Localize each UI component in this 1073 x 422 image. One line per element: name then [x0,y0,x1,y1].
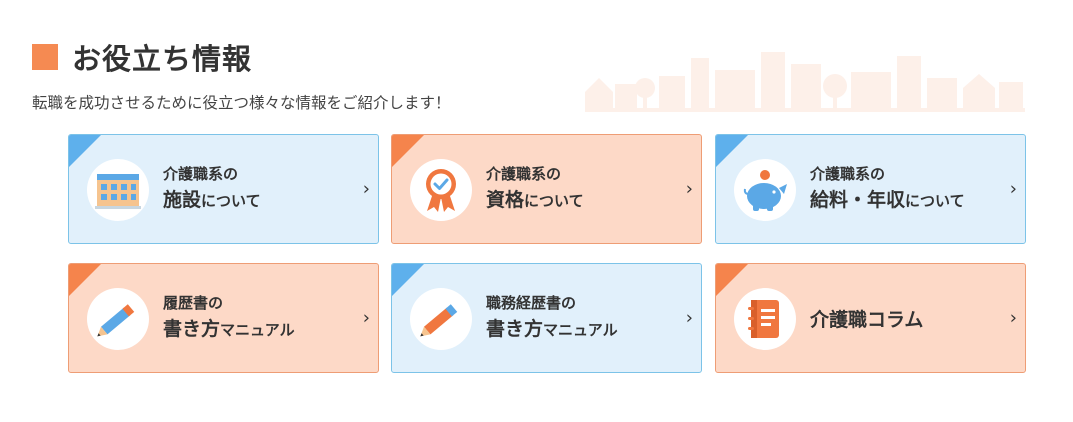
card-label-line2: 給料・年収について [810,185,965,216]
card-label-main: 書き方 [163,317,221,340]
card-label-line2: 資格について [486,185,584,216]
chevron-right-icon: › [1009,307,1017,329]
card-label-main: 資格 [486,188,525,211]
card-label: 介護職系の 施設について [163,135,261,243]
corner-triangle [392,264,424,296]
piggy-bank-icon [734,159,796,221]
building-icon [87,159,149,221]
award-badge-icon [410,159,472,221]
notebook-icon [734,288,796,350]
corner-triangle [69,264,101,296]
chevron-right-icon: › [685,178,693,200]
corner-triangle [392,135,424,167]
card-label-main: 給料・年収 [810,188,906,211]
card-career-history-manual[interactable]: 職務経歴書の 書き方マニュアル › [391,263,702,373]
card-facility-info[interactable]: 介護職系の 施設について › [68,134,379,244]
card-label-line2: 施設について [163,185,261,216]
card-label: 履歴書の 書き方マニュアル [163,264,295,372]
corner-triangle [69,135,101,167]
card-label-main: 施設 [163,188,202,211]
card-label-line2: 書き方マニュアル [163,314,295,345]
chevron-right-icon: › [362,178,370,200]
chevron-right-icon: › [685,307,693,329]
card-resume-manual[interactable]: 履歴書の 書き方マニュアル › [68,263,379,373]
corner-triangle [716,264,748,296]
card-label: 介護職コラム [810,264,923,372]
card-salary-info[interactable]: 介護職系の 給料・年収について › [715,134,1026,244]
card-label-main: 書き方 [486,317,544,340]
corner-triangle [716,135,748,167]
card-label-suffix: について [905,191,965,210]
card-label-suffix: マニュアル [543,320,618,339]
section-subtitle: 転職を成功させるために役立つ様々な情報をご紹介します！ [32,94,451,112]
card-label-line2: 書き方マニュアル [486,314,618,345]
card-label: 介護職系の 資格について [486,135,584,243]
card-label-line1: 履歴書の [163,293,224,312]
card-label-line1: 介護職系の [810,164,886,183]
section-title: お役立ち情報 [72,42,253,76]
card-label-suffix: について [524,191,584,210]
card-label-line1: 介護職系の [163,164,239,183]
card-label: 介護職系の 給料・年収について [810,135,965,243]
card-label-suffix: について [201,191,261,210]
card-label-single: 介護職コラム [810,308,924,331]
chevron-right-icon: › [1009,178,1017,200]
chevron-right-icon: › [362,307,370,329]
pencil-icon [410,288,472,350]
pencil-icon [87,288,149,350]
card-column[interactable]: 介護職コラム › [715,263,1026,373]
card-label-suffix: マニュアル [220,320,295,339]
title-accent-square [32,44,58,70]
card-qualification-info[interactable]: 介護職系の 資格について › [391,134,702,244]
card-label: 職務経歴書の 書き方マニュアル [486,264,618,372]
card-label-line1: 職務経歴書の [486,293,577,312]
city-skyline-illustration [585,52,1025,112]
card-label-line1: 介護職系の [486,164,562,183]
